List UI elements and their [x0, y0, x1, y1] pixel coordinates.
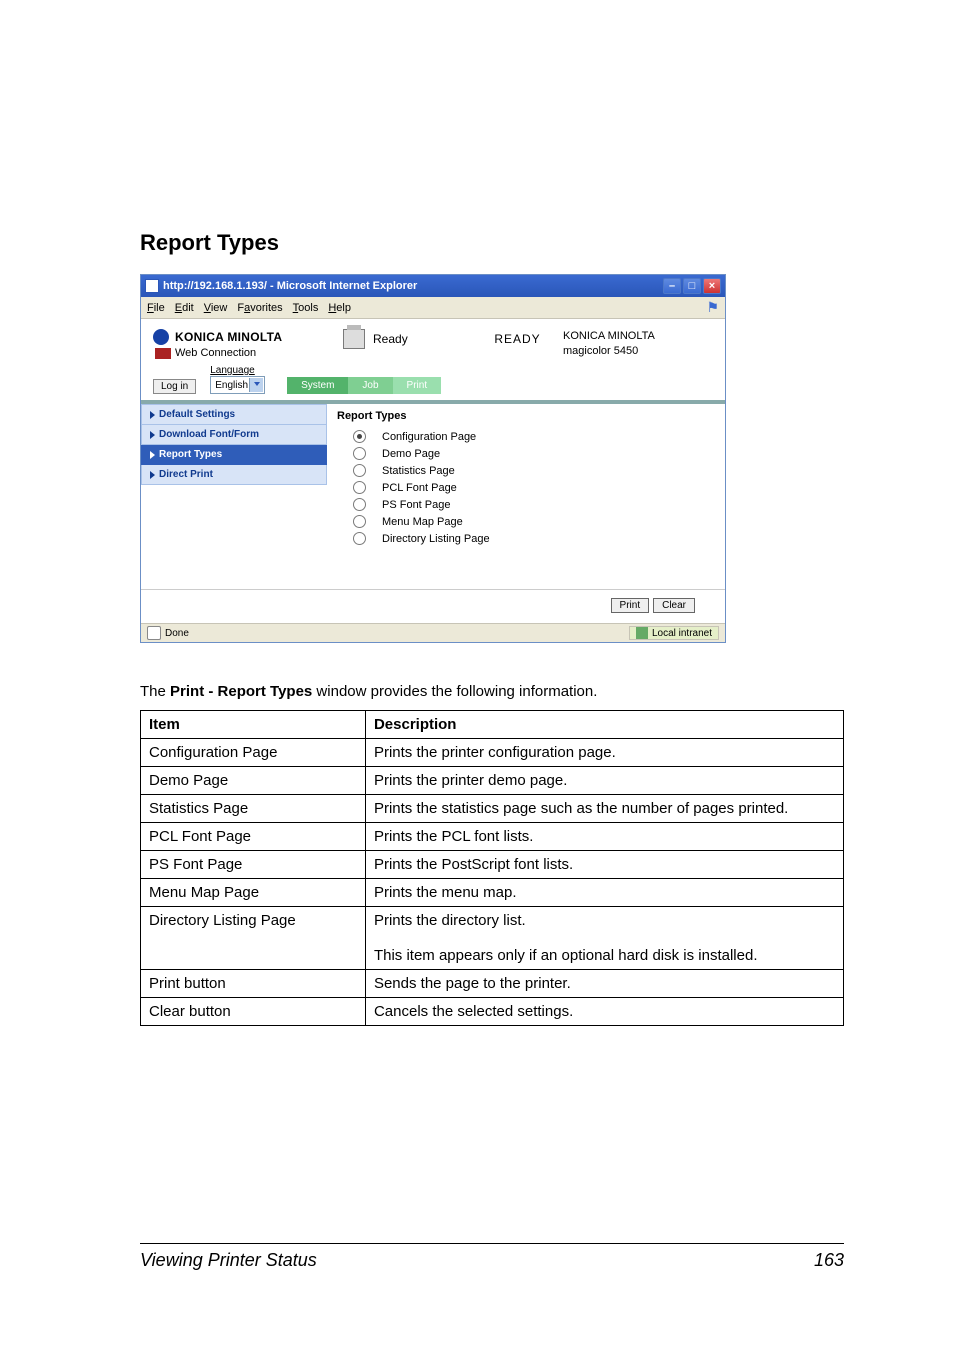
radio-icon[interactable]	[353, 481, 366, 494]
tab-print[interactable]: Print	[393, 377, 442, 394]
login-button[interactable]: Log in	[153, 379, 196, 394]
ie-menus: File Edit View Favorites Tools Help	[147, 302, 351, 314]
sidebar-item-download-font-form[interactable]: Download Font/Form	[141, 425, 327, 445]
menu-favorites[interactable]: Favorites	[237, 302, 282, 314]
page-number: 163	[814, 1250, 844, 1271]
option-configuration-page[interactable]: Configuration Page	[337, 428, 715, 445]
table-row: Configuration PagePrints the printer con…	[141, 739, 844, 767]
table-row: PCL Font PagePrints the PCL font lists.	[141, 823, 844, 851]
sidebar-item-direct-print[interactable]: Direct Print	[141, 465, 327, 485]
menu-view[interactable]: View	[204, 302, 228, 314]
minimize-button[interactable]: –	[663, 278, 681, 294]
sidebar-item-report-types[interactable]: Report Types	[141, 445, 327, 465]
subbrand-label: Web Connection	[175, 347, 256, 359]
radio-icon[interactable]	[353, 430, 366, 443]
table-row: Print buttonSends the page to the printe…	[141, 970, 844, 998]
radio-icon[interactable]	[353, 447, 366, 460]
sidebar-item-default-settings[interactable]: Default Settings	[141, 404, 327, 425]
col-desc: Description	[365, 711, 843, 739]
tab-job[interactable]: Job	[348, 377, 392, 394]
table-row: Statistics PagePrints the statistics pag…	[141, 795, 844, 823]
chevron-right-icon	[150, 451, 155, 459]
menu-edit[interactable]: Edit	[175, 302, 194, 314]
table-row: Menu Map PagePrints the menu map.	[141, 879, 844, 907]
radio-icon[interactable]	[353, 532, 366, 545]
printer-info-line2: magicolor 5450	[563, 344, 713, 359]
menu-tools[interactable]: Tools	[293, 302, 319, 314]
chevron-right-icon	[150, 471, 155, 479]
printer-info-line1: KONICA MINOLTA	[563, 329, 713, 344]
table-header-row: Item Description	[141, 711, 844, 739]
option-demo-page[interactable]: Demo Page	[337, 445, 715, 462]
intranet-icon	[636, 627, 648, 639]
statusbar-zone: Local intranet	[629, 626, 719, 640]
chevron-right-icon	[150, 411, 155, 419]
option-directory-listing-page[interactable]: Directory Listing Page	[337, 530, 715, 547]
clear-button[interactable]: Clear	[653, 598, 695, 613]
ie-flag-icon: ⚑	[706, 299, 719, 316]
radio-icon[interactable]	[353, 498, 366, 511]
footer: 163 Viewing Printer Status	[140, 1243, 844, 1271]
printer-info: KONICA MINOLTA magicolor 5450	[563, 329, 713, 359]
tab-system[interactable]: System	[287, 377, 348, 394]
done-icon	[147, 626, 161, 640]
option-statistics-page[interactable]: Statistics Page	[337, 462, 715, 479]
option-ps-font-page[interactable]: PS Font Page	[337, 496, 715, 513]
ie-title: http://192.168.1.193/ - Microsoft Intern…	[163, 280, 417, 292]
intro-text: The Print - Report Types window provides…	[140, 683, 844, 700]
menu-file[interactable]: File	[147, 302, 165, 314]
ie-icon	[145, 279, 159, 293]
table-row: PS Font PagePrints the PostScript font l…	[141, 851, 844, 879]
content-title: Report Types	[337, 410, 715, 422]
radio-icon[interactable]	[353, 515, 366, 528]
option-pcl-font-page[interactable]: PCL Font Page	[337, 479, 715, 496]
chevron-right-icon	[150, 431, 155, 439]
brand-logo-icon	[153, 329, 169, 345]
pagescope-badge-icon	[155, 348, 171, 359]
maximize-button[interactable]: □	[683, 278, 701, 294]
option-menu-map-page[interactable]: Menu Map Page	[337, 513, 715, 530]
ie-menubar: File Edit View Favorites Tools Help ⚑	[141, 297, 725, 319]
table-row: Demo PagePrints the printer demo page.	[141, 767, 844, 795]
page-title: Report Types	[140, 230, 844, 256]
table-row: Clear buttonCancels the selected setting…	[141, 998, 844, 1026]
statusbar-done: Done	[147, 626, 189, 640]
table-row: Directory Listing Page Prints the direct…	[141, 907, 844, 935]
close-button[interactable]: ×	[703, 278, 721, 294]
language-label: Language	[210, 365, 265, 376]
menu-help[interactable]: Help	[328, 302, 351, 314]
description-table: Item Description Configuration PagePrint…	[140, 710, 844, 1026]
sidebar: Default Settings Download Font/Form Repo…	[141, 404, 327, 589]
content-panel: Report Types Configuration Page Demo Pag…	[327, 404, 725, 589]
print-button[interactable]: Print	[611, 598, 650, 613]
status-banner: READY	[472, 332, 563, 346]
status-ready: Ready	[373, 332, 464, 346]
brand-name: KONICA MINOLTA	[175, 330, 282, 344]
radio-icon[interactable]	[353, 464, 366, 477]
printer-icon	[343, 329, 365, 349]
footer-title: Viewing Printer Status	[140, 1250, 844, 1271]
col-item: Item	[141, 711, 366, 739]
ie-window: http://192.168.1.193/ - Microsoft Intern…	[140, 274, 726, 643]
language-select[interactable]: English	[210, 376, 265, 394]
ie-titlebar: http://192.168.1.193/ - Microsoft Intern…	[141, 275, 725, 297]
